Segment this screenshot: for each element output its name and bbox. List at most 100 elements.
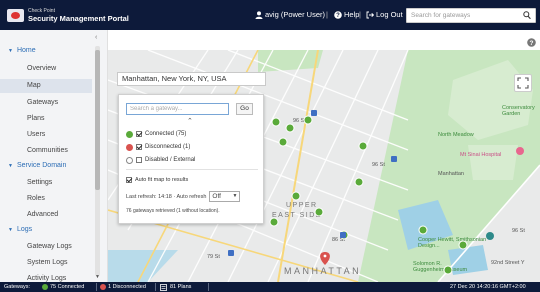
main-content: ? Manhattan, New York, NY, USA North Mea… (108, 30, 540, 282)
app-title: Security Management Portal (28, 14, 129, 23)
header-separator: | (359, 10, 361, 19)
filter-connected-count: (75) (175, 131, 187, 137)
map-view[interactable]: Manhattan, New York, NY, USA North Meado… (108, 50, 540, 282)
auto-fit-checkbox[interactable] (126, 177, 132, 183)
collapse-panel-icon[interactable]: ⌃ (187, 117, 193, 125)
caret-down-icon: ▼ (8, 226, 13, 233)
connected-status-icon (126, 130, 133, 138)
sidebar-item-roles[interactable]: Roles (0, 192, 92, 206)
gateway-marker-connected[interactable] (269, 217, 279, 227)
sidebar-item-users[interactable]: Users (0, 128, 92, 142)
gateway-marker-connected[interactable] (314, 207, 324, 217)
svg-text:?: ? (530, 40, 534, 47)
user-icon (255, 10, 263, 19)
sidebar-item-advanced[interactable]: Advanced (0, 208, 92, 222)
sidebar-item-gateways[interactable]: Gateways (0, 96, 92, 110)
sidebar-item-activity-logs[interactable]: Activity Logs (0, 272, 92, 282)
sidebar-item-system-logs[interactable]: System Logs (0, 256, 92, 270)
disconnected-checkbox[interactable] (136, 144, 142, 150)
footer-connected[interactable]: 75 Connected (42, 283, 84, 291)
map-pin-icon (320, 252, 330, 265)
gateway-search-input[interactable] (407, 9, 517, 22)
auto-refresh-select[interactable]: Off ▼ (209, 191, 241, 202)
scrollbar-thumb[interactable] (95, 50, 100, 190)
filter-disconnected-count: (1) (183, 144, 191, 150)
divider (126, 169, 258, 170)
museum-pin-icon (486, 232, 494, 240)
footer-disconnected[interactable]: 1 Disconnected (100, 283, 146, 291)
check-point-logo-icon (7, 8, 24, 22)
footer-label: Gateways: (4, 284, 30, 290)
connected-status-icon (42, 284, 48, 290)
collapse-sidebar-icon[interactable]: ‹ (95, 34, 97, 41)
disconnected-status-icon (100, 284, 106, 290)
footer-separator (96, 283, 97, 291)
scroll-down-icon[interactable]: ▼ (95, 274, 100, 280)
sidebar-item-settings[interactable]: Settings (0, 176, 92, 190)
footer-separator (155, 283, 156, 291)
sidebar-section-service-domain[interactable]: ▼ Service Domain (8, 162, 66, 169)
gateway-marker-connected[interactable] (354, 177, 364, 187)
connected-checkbox[interactable] (136, 131, 142, 137)
gateway-marker-connected[interactable] (285, 123, 295, 133)
sidebar-section-logs[interactable]: ▼ Logs (8, 226, 32, 233)
help-link[interactable]: ? Help (334, 10, 359, 19)
svg-text:?: ? (336, 13, 340, 19)
sidebar-item-communities[interactable]: Communities (0, 144, 92, 158)
go-button[interactable]: Go (236, 103, 253, 115)
footer-datetime: 27 Dec 20 14:20:16 GMT+2:00 (450, 284, 526, 290)
plans-icon (160, 283, 167, 291)
hospital-pin-icon (516, 147, 524, 155)
sidebar: ‹ ▼ Home Overview Map Gateways Plans User… (0, 30, 108, 282)
gateway-marker-connected[interactable] (271, 117, 281, 127)
sidebar-item-overview[interactable]: Overview (0, 62, 92, 76)
logout-icon (366, 11, 374, 18)
sidebar-item-gateway-logs[interactable]: Gateway Logs (0, 240, 92, 254)
logo: Check Point Security Management Portal (7, 7, 129, 23)
logout-label: Log Out (376, 10, 403, 19)
disconnected-status-icon (126, 143, 133, 151)
gateway-panel-search-input[interactable] (126, 103, 229, 115)
footer-plans[interactable]: 81 Plans (160, 283, 191, 291)
user-name: avig (Power User) (265, 10, 326, 19)
filter-disabled-label: Disabled / External (145, 157, 196, 163)
search-icon[interactable] (523, 11, 531, 20)
disabled-status-icon (126, 156, 133, 164)
sidebar-scrollbar[interactable] (95, 46, 100, 276)
header-separator: | (326, 10, 328, 19)
filter-connected[interactable]: Connected (75) (126, 129, 186, 139)
info-icon[interactable]: ? (527, 38, 536, 47)
auto-fit-label: Auto fit map to results (135, 177, 189, 183)
logout-link[interactable]: Log Out (366, 10, 403, 19)
caret-down-icon: ▼ (8, 162, 13, 169)
gateway-marker-connected[interactable] (278, 137, 288, 147)
user-menu[interactable]: avig (Power User) (255, 10, 325, 19)
sidebar-item-map[interactable]: Map (0, 79, 92, 93)
refresh-row: Last refresh: 14:18 · Auto refresh Off ▼ (126, 191, 241, 202)
sidebar-section-home[interactable]: ▼ Home (8, 47, 36, 54)
help-icon: ? (334, 10, 342, 19)
gateway-marker-connected[interactable] (418, 225, 428, 235)
status-bar: Gateways: 75 Connected 1 Disconnected 81… (0, 282, 540, 292)
filter-disabled[interactable]: Disabled / External (126, 155, 195, 165)
gateway-marker-connected[interactable] (443, 265, 453, 275)
gateway-marker-connected[interactable] (291, 191, 301, 201)
sidebar-item-plans[interactable]: Plans (0, 112, 92, 126)
chevron-down-icon: ▼ (232, 193, 238, 199)
gateway-filter-panel: Go ⌃ Connected (75) Disconnected (1) Dis… (118, 94, 264, 224)
auto-fit-option[interactable]: Auto fit map to results (126, 175, 188, 185)
footer-separator (208, 283, 209, 291)
filter-disconnected[interactable]: Disconnected (1) (126, 142, 190, 152)
filter-connected-label: Connected (145, 131, 175, 137)
caret-down-icon: ▼ (8, 47, 13, 54)
gateway-marker-connected[interactable] (303, 115, 313, 125)
gateways-retrieved-text: 76 gateways retrieved (1 without locatio… (126, 208, 220, 214)
help-label: Help (344, 10, 360, 19)
gateway-search-box (406, 8, 536, 23)
disabled-checkbox[interactable] (136, 157, 142, 163)
top-header: Check Point Security Management Portal a… (0, 0, 540, 30)
gateway-marker-connected[interactable] (458, 240, 468, 250)
filter-disconnected-label: Disconnected (145, 144, 182, 150)
gateway-marker-connected[interactable] (358, 141, 368, 151)
refresh-label: Last refresh: 14:18 · Auto refresh (126, 193, 207, 200)
